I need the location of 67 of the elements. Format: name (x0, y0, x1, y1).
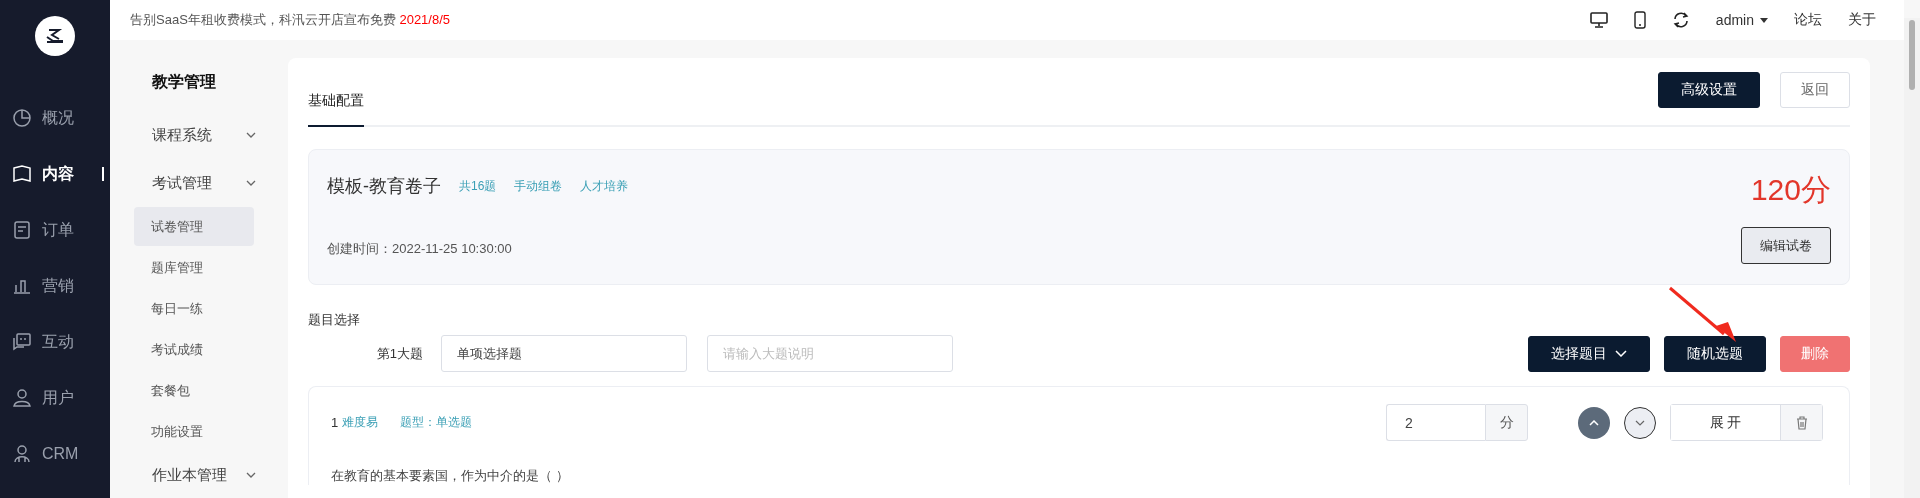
paper-tag: 共16题 (459, 177, 497, 195)
top-link[interactable]: 关于 (1848, 11, 1876, 29)
submenu-item[interactable]: 试卷管理 (134, 207, 254, 246)
person-icon (12, 444, 32, 464)
nav-item[interactable]: 内容 (0, 146, 110, 202)
notice-text: 告别SaaS年租收费模式，科汛云开店宣布免费 2021/8/5 (130, 11, 451, 29)
chevron-down-icon (246, 180, 256, 186)
score-field[interactable]: 2 (1386, 404, 1485, 441)
part-name-field[interactable]: 单项选择题 (441, 335, 687, 372)
submenu-title: 教学管理 (152, 72, 217, 92)
nav-item[interactable]: 营销 (0, 258, 110, 314)
monitor-icon[interactable] (1589, 12, 1608, 28)
part-label: 第1大题 (375, 344, 424, 363)
chevron-down-icon (1615, 350, 1627, 357)
submenu-item[interactable]: 考试成绩 (134, 330, 254, 369)
button[interactable]: 高级设置 (1658, 72, 1760, 108)
paper-title: 模板-教育卷子 (327, 175, 441, 198)
user-menu[interactable]: admin (1715, 12, 1768, 28)
phone-icon[interactable] (1633, 11, 1646, 29)
paper-tag: 手动组卷 (514, 177, 563, 195)
nav-item[interactable]: 订单 (0, 202, 110, 258)
question-number: 1 (331, 415, 339, 430)
caret-icon (1760, 17, 1768, 23)
chevron-down-icon (246, 132, 256, 138)
button[interactable]: 返回 (1780, 72, 1850, 108)
refresh-icon[interactable] (1671, 11, 1690, 29)
submenu-item[interactable]: 每日一练 (134, 289, 254, 328)
scrollbar-thumb[interactable] (1909, 20, 1915, 90)
created-time: 创建时间：2022-11-25 10:30:00 (327, 240, 513, 258)
logo-mark-icon (45, 28, 65, 44)
submenu-item[interactable]: 题库管理 (134, 248, 254, 287)
button[interactable]: 随机选题 (1664, 335, 1766, 372)
section-title: 题目选择 (308, 311, 361, 329)
nav-item[interactable]: 用户 (0, 370, 110, 426)
trash-icon (1795, 415, 1808, 430)
nav-item[interactable]: 互动 (0, 314, 110, 370)
chevron-down-icon (1635, 419, 1645, 426)
edit-paper-button[interactable]: 编辑试卷 (1741, 227, 1831, 264)
part-description-field[interactable]: 请输入大题说明 (707, 335, 953, 372)
submenu-group[interactable]: 作业本管理 (152, 451, 256, 498)
question-text: 在教育的基本要素国，作为中介的是（ ） (331, 467, 570, 485)
submenu-item[interactable]: 功能设置 (134, 412, 254, 451)
active-indicator (102, 167, 104, 181)
chevron-up-icon (1589, 419, 1599, 426)
submenu-group[interactable]: 课程系统 (152, 111, 256, 159)
paper-tag: 人才培养 (580, 177, 629, 195)
annotation-arrow (1668, 286, 1738, 344)
nav-item[interactable]: 概况 (0, 90, 110, 146)
chevron-down-icon (246, 472, 256, 478)
user-icon (12, 388, 32, 408)
score-unit: 分 (1485, 404, 1528, 441)
tab[interactable]: 基础配置 (308, 72, 364, 127)
total-score: 120分 (1750, 172, 1831, 208)
question-type: 题型：单选题 (400, 414, 473, 431)
document-icon (12, 220, 32, 240)
dropdown-button[interactable]: 选择题目 (1528, 335, 1650, 372)
submenu-item[interactable]: 套餐包 (134, 371, 254, 410)
submenu-group[interactable]: 考试管理 (152, 159, 256, 207)
nav-item[interactable]: CRM (0, 426, 110, 482)
book-icon (12, 164, 32, 184)
move-up-button[interactable] (1578, 406, 1610, 439)
scrollbar[interactable] (1904, 18, 1920, 498)
top-link[interactable]: 论坛 (1794, 11, 1822, 29)
chat-icon (12, 332, 32, 352)
move-down-button[interactable] (1624, 406, 1656, 439)
difficulty-label: 难度易 (342, 414, 379, 431)
pie-chart-icon (12, 108, 32, 128)
